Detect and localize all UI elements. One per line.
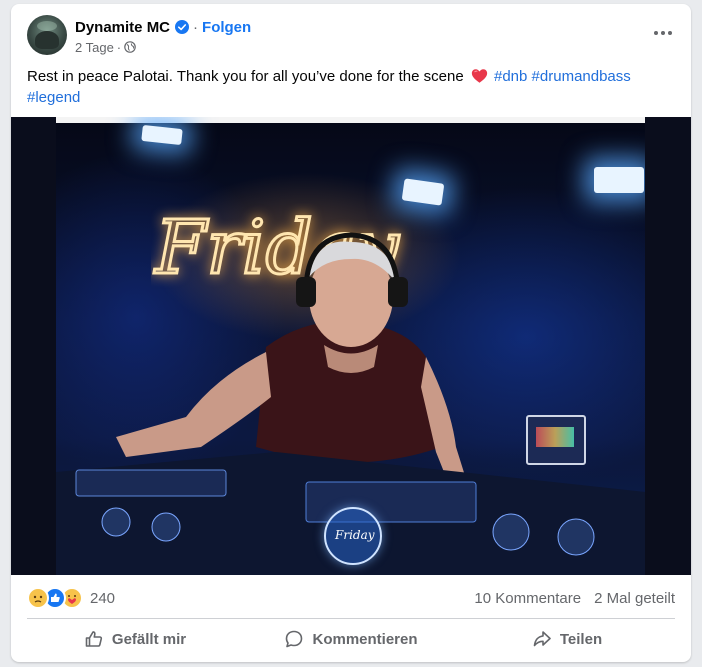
red-heart-icon <box>471 69 487 83</box>
actions-divider <box>27 618 675 619</box>
author-name[interactable]: Dynamite MC <box>75 19 170 36</box>
meta-separator: · <box>116 39 122 55</box>
dj-photo: Friday Friday <box>56 117 645 575</box>
post-photo[interactable]: Friday Friday <box>11 117 691 575</box>
sad-reaction-icon <box>27 587 49 609</box>
hashtag-dnb[interactable]: #dnb <box>494 68 527 85</box>
verified-badge-icon <box>175 20 190 34</box>
engagement-stats: 10 Kommentare 2 Mal geteilt <box>474 587 675 609</box>
more-options-icon[interactable] <box>651 23 675 43</box>
thumbs-up-icon <box>85 631 102 647</box>
comments-count-link[interactable]: 10 Kommentare <box>474 590 581 607</box>
post-actions: Gefällt mir Kommentieren Teilen <box>27 622 675 656</box>
hashtag-drumandbass[interactable]: #drumandbass <box>532 68 631 85</box>
share-button[interactable]: Teilen <box>459 622 675 656</box>
reaction-count: 240 <box>90 589 116 607</box>
avatar-highlight <box>37 21 57 31</box>
post-text: Rest in peace Palotai. Thank you for all… <box>27 66 667 108</box>
post-timestamp[interactable]: 2 Tage <box>75 40 114 55</box>
globe-icon <box>124 41 136 53</box>
friday-badge-logo: Friday <box>324 507 382 565</box>
share-arrow-icon <box>533 631 551 647</box>
tablet-screen <box>526 415 586 465</box>
post-body: Rest in peace Palotai. Thank you for all… <box>27 68 464 85</box>
author-row: Dynamite MC · Folgen <box>75 17 251 37</box>
comment-button[interactable]: Kommentieren <box>243 622 459 656</box>
badge-text: Friday <box>335 528 375 542</box>
hashtag-legend[interactable]: #legend <box>27 89 80 106</box>
shares-count-link[interactable]: 2 Mal geteilt <box>594 590 675 607</box>
like-button[interactable]: Gefällt mir <box>27 622 243 656</box>
name-separator: · <box>193 18 199 36</box>
follow-button[interactable]: Folgen <box>202 19 251 36</box>
avatar-figure <box>35 31 59 49</box>
share-label: Teilen <box>559 630 603 648</box>
like-label: Gefällt mir <box>111 630 187 648</box>
post-card: Dynamite MC · Folgen 2 Tage · Rest in pe… <box>11 4 691 662</box>
post-meta: 2 Tage · <box>75 39 136 55</box>
comment-label: Kommentieren <box>312 630 418 648</box>
author-avatar[interactable] <box>27 15 67 55</box>
post-header: Dynamite MC · Folgen 2 Tage · <box>27 15 675 59</box>
comment-bubble-icon <box>286 630 303 648</box>
reaction-summary[interactable]: 240 <box>27 587 115 609</box>
